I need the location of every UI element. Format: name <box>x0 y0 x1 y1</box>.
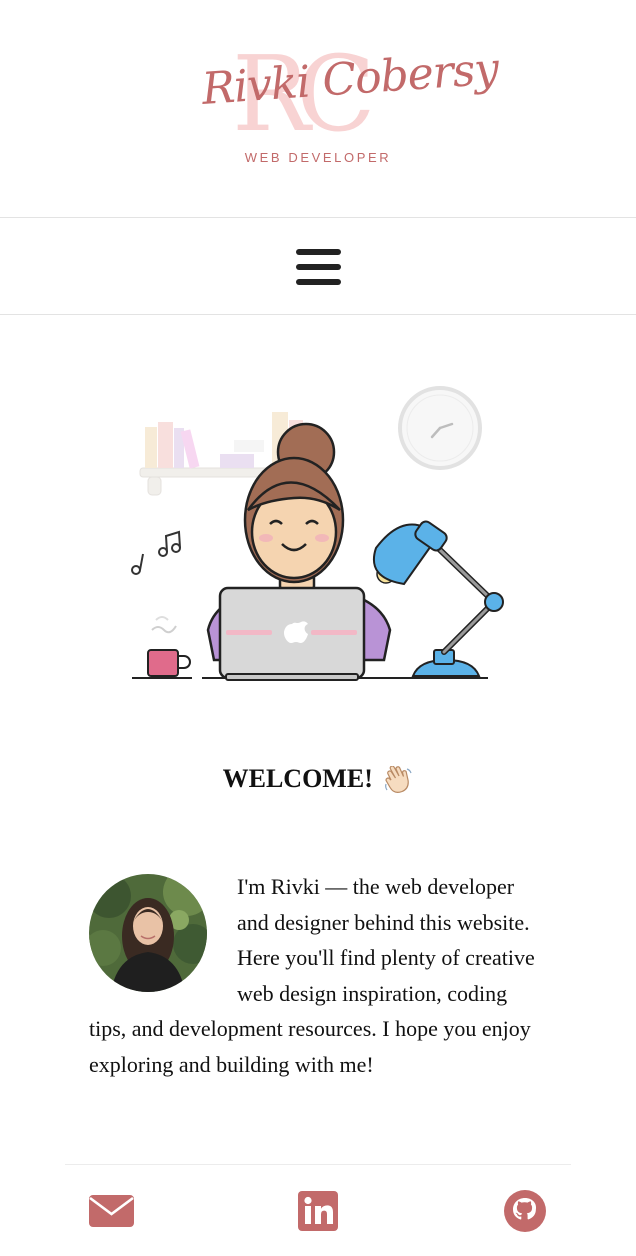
hero-illustration <box>128 380 508 685</box>
desk-lamp-icon <box>373 520 504 677</box>
profile-photo <box>89 874 207 992</box>
about-section: I'm Rivki — the web developer and design… <box>89 869 549 1082</box>
laptop-icon <box>218 586 366 681</box>
linkedin-icon <box>298 1191 338 1231</box>
footer-divider <box>65 1164 571 1165</box>
linkedin-link[interactable] <box>298 1191 338 1231</box>
main-nav <box>0 219 636 315</box>
wall-clock-icon <box>398 386 482 470</box>
site-header: RC Rivki Cobersy WEB DEVELOPER <box>0 0 636 218</box>
avatar <box>89 874 207 992</box>
logo-tagline: WEB DEVELOPER <box>244 150 392 165</box>
email-link[interactable] <box>89 1193 134 1229</box>
envelope-icon <box>89 1195 134 1227</box>
github-icon <box>504 1190 546 1232</box>
coffee-mug-icon <box>147 649 191 677</box>
welcome-heading: WELCOME! <box>0 764 636 796</box>
music-notes-icon <box>131 530 181 575</box>
welcome-heading-text: WELCOME! <box>222 764 373 793</box>
github-link[interactable] <box>503 1189 547 1233</box>
woman-at-laptop-illustration <box>131 386 504 681</box>
hamburger-menu-icon[interactable] <box>296 249 341 285</box>
site-logo[interactable]: RC Rivki Cobersy WEB DEVELOPER <box>170 38 499 178</box>
waving-hand-icon <box>385 766 412 794</box>
